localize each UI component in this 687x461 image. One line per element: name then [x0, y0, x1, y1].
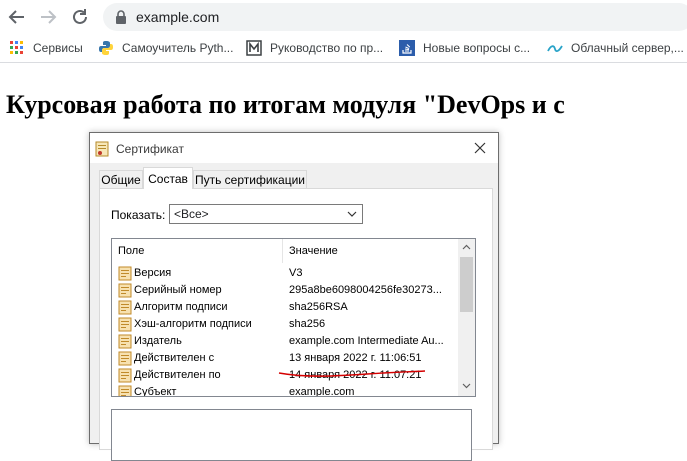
python-icon: [99, 41, 113, 55]
bookmark-services[interactable]: Сервисы: [9, 39, 83, 57]
show-select-value: <Все>: [174, 207, 209, 221]
dialog-title: Сертификат: [116, 142, 184, 156]
value-details-box[interactable]: [111, 409, 472, 461]
cloud-wave-icon: [547, 45, 563, 52]
table-row[interactable]: Издатель example.com Intermediate Au...: [112, 333, 455, 350]
certificate-field-icon: [118, 368, 132, 383]
scroll-thumb[interactable]: [460, 257, 473, 312]
apps-grid-icon: [10, 41, 23, 54]
certificate-field-icon: [118, 317, 132, 332]
close-icon: [474, 142, 486, 154]
page-title: Курсовая работа по итогам модуля "DevOps…: [6, 90, 565, 119]
column-header-value[interactable]: Значение: [289, 245, 338, 257]
tab-details[interactable]: Состав: [143, 167, 193, 189]
arrow-left-icon: [8, 10, 24, 24]
show-select[interactable]: <Все>: [169, 204, 363, 224]
row-field: Действителен по: [134, 369, 221, 381]
back-button[interactable]: [6, 6, 28, 28]
row-field: Серийный номер: [134, 284, 222, 296]
certificate-dialog: Сертификат Общие Состав Путь сертификаци…: [89, 132, 499, 461]
row-field: Версия: [134, 267, 172, 279]
forward-button[interactable]: [37, 6, 59, 28]
lock-icon: [116, 10, 126, 24]
guide-m-icon: [246, 40, 262, 56]
tab-certification-path[interactable]: Путь сертификации: [193, 170, 307, 188]
row-value: 13 января 2022 г. 11:06:51: [289, 352, 422, 364]
bookmark-label: Самоучитель Pyth...: [122, 41, 234, 55]
details-panel: Показать: <Все> Поле Значение Версия V3 Се…: [99, 188, 493, 461]
certificate-field-icon: [118, 266, 132, 281]
dialog-titlebar[interactable]: Сертификат: [90, 133, 498, 163]
column-divider[interactable]: [282, 239, 283, 263]
bookmark-label: Новые вопросы с...: [423, 41, 531, 55]
row-value: sha256: [289, 318, 326, 330]
table-row[interactable]: Версия V3: [112, 265, 455, 282]
url-text: example.com: [136, 9, 220, 25]
row-field: Хэш-алгоритм подписи: [134, 318, 252, 330]
row-value: V3: [289, 267, 303, 279]
row-value: example.com: [289, 386, 355, 397]
row-value: example.com Intermediate Au...: [289, 335, 444, 347]
column-header-field[interactable]: Поле: [118, 245, 144, 257]
bookmark-guide[interactable]: Руководство по пр...: [246, 39, 383, 57]
vertical-scrollbar[interactable]: [458, 239, 475, 396]
close-button[interactable]: [470, 138, 490, 158]
tab-general[interactable]: Общие: [99, 170, 143, 188]
bookmark-cloud[interactable]: Облачный сервер,...: [547, 39, 684, 57]
stackoverflow-icon: [399, 40, 415, 56]
tab-strip: Общие Состав Путь сертификации: [90, 163, 498, 189]
red-underline-annotation: [278, 370, 426, 377]
certificate-icon: [95, 141, 109, 157]
scroll-down-icon[interactable]: [462, 383, 471, 389]
chevron-down-icon: [347, 211, 357, 217]
scroll-up-icon[interactable]: [462, 244, 471, 250]
browser-toolbar: example.com: [0, 0, 687, 34]
list-header: Поле Значение: [112, 239, 455, 263]
row-field: Действителен с: [134, 352, 215, 364]
table-row[interactable]: Серийный номер 295a8be6098004256fe30273..…: [112, 282, 455, 299]
certificate-field-icon: [118, 385, 132, 396]
arrow-right-icon: [41, 10, 57, 24]
reload-icon: [73, 9, 87, 24]
certificate-field-icon: [118, 351, 132, 366]
bookmark-label: Руководство по пр...: [270, 41, 384, 55]
table-row[interactable]: Хэш-алгоритм подписи sha256: [112, 316, 455, 333]
bookmarks-bar: Сервисы Самоучитель Pyth... Руководство …: [0, 34, 687, 63]
row-field: Субъект: [134, 386, 177, 397]
certificate-field-icon: [118, 300, 132, 315]
row-field: Алгоритм подписи: [134, 301, 228, 313]
show-label: Показать:: [111, 208, 166, 222]
row-field: Издатель: [134, 335, 182, 347]
bookmark-python[interactable]: Самоучитель Pyth...: [98, 39, 233, 57]
table-row[interactable]: Алгоритм подписи sha256RSA: [112, 299, 455, 316]
address-bar[interactable]: example.com: [103, 3, 687, 31]
table-row[interactable]: Субъект example.com: [112, 384, 455, 397]
bookmark-label: Облачный сервер,...: [571, 41, 684, 55]
table-row[interactable]: Действителен с 13 января 2022 г. 11:06:51: [112, 350, 455, 367]
reload-button[interactable]: [69, 6, 91, 28]
row-value: 295a8be6098004256fe30273...: [289, 284, 442, 296]
certificate-field-icon: [118, 334, 132, 349]
row-value: sha256RSA: [289, 301, 348, 313]
certificate-field-icon: [118, 283, 132, 298]
bookmark-label: Сервисы: [33, 41, 83, 55]
bookmark-stackoverflow[interactable]: Новые вопросы с...: [399, 39, 530, 57]
